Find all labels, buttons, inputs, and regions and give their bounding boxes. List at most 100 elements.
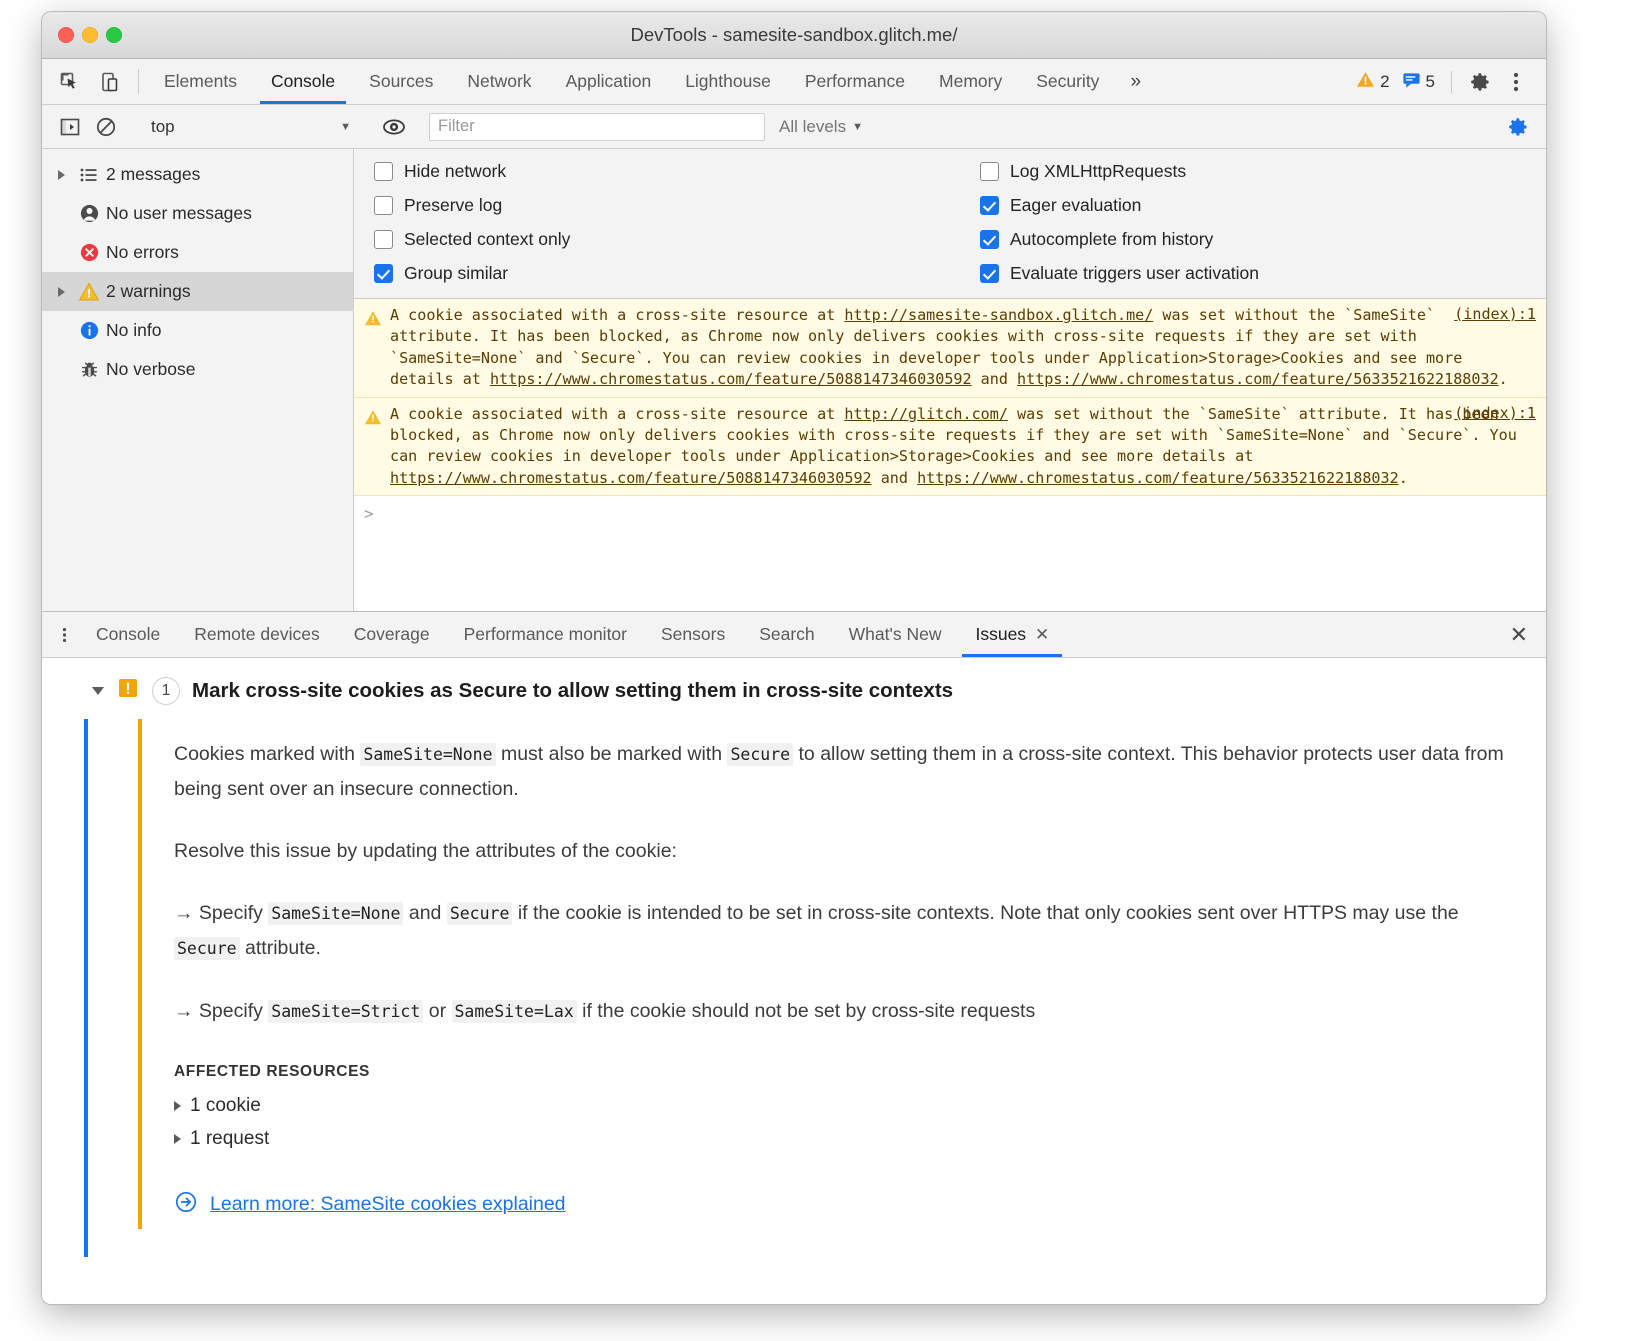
sidebar-item-errors[interactable]: No errors [42, 233, 353, 272]
sidebar-item-verbose[interactable]: No verbose [42, 350, 353, 389]
close-window-button[interactable] [58, 27, 74, 43]
setting-log-xmlhttprequests[interactable]: Log XMLHttpRequests [980, 161, 1546, 182]
setting-label: Log XMLHttpRequests [1010, 161, 1186, 182]
issue-paragraph-1: Cookies marked with SameSite=None must a… [174, 737, 1508, 806]
expand-triangle-icon[interactable] [174, 1134, 181, 1144]
drawer-tab-remote-devices[interactable]: Remote devices [177, 612, 336, 657]
checkbox[interactable] [374, 264, 393, 283]
checkbox[interactable] [374, 162, 393, 181]
gear-icon[interactable] [1462, 70, 1498, 94]
inline-code: SameSite=None [268, 902, 403, 925]
setting-preserve-log[interactable]: Preserve log [374, 195, 950, 216]
learn-more-link[interactable]: Learn more: SameSite cookies explained [210, 1193, 566, 1216]
drawer-more-options-icon[interactable] [48, 612, 79, 657]
panel-tabs: Elements Console Sources Network Applica… [147, 59, 1155, 104]
more-tabs-button[interactable]: » [1116, 59, 1155, 104]
affected-resource-request[interactable]: 1 request [174, 1128, 1508, 1150]
affected-resource-cookie[interactable]: 1 cookie [174, 1095, 1508, 1117]
minimize-window-button[interactable] [82, 27, 98, 43]
setting-eager-evaluation[interactable]: Eager evaluation [980, 195, 1546, 216]
console-message-link[interactable]: https://www.chromestatus.com/feature/563… [917, 469, 1399, 487]
console-message-source[interactable]: (index):1 [1454, 305, 1536, 323]
affected-resource-label: 1 cookie [190, 1095, 261, 1117]
console-message-link[interactable]: https://www.chromestatus.com/feature/508… [490, 370, 972, 388]
tab-sources[interactable]: Sources [352, 59, 450, 104]
kebab-menu-icon[interactable] [1498, 71, 1534, 93]
close-drawer-icon[interactable]: ✕ [1510, 622, 1528, 648]
show-console-sidebar-icon[interactable] [52, 109, 88, 145]
chevron-down-icon: ▼ [340, 121, 351, 133]
console-message-link[interactable]: http://glitch.com/ [844, 405, 1008, 423]
sidebar-item-messages[interactable]: 2 messages [42, 155, 353, 194]
execution-context-select[interactable]: top ▼ [141, 112, 359, 142]
drawer-tab-coverage[interactable]: Coverage [337, 612, 447, 657]
tab-label: Lighthouse [685, 71, 771, 92]
clear-console-icon[interactable] [88, 109, 124, 145]
checkbox[interactable] [980, 196, 999, 215]
expand-triangle-icon[interactable] [50, 170, 72, 180]
console-settings-gear-icon[interactable] [1500, 109, 1536, 145]
tab-application[interactable]: Application [549, 59, 669, 104]
setting-label: Eager evaluation [1010, 195, 1141, 216]
tab-performance[interactable]: Performance [788, 59, 922, 104]
setting-hide-network[interactable]: Hide network [374, 161, 950, 182]
info-icon [72, 320, 106, 341]
expand-triangle-icon[interactable] [174, 1101, 181, 1111]
drawer-tab-sensors[interactable]: Sensors [644, 612, 742, 657]
log-levels-select[interactable]: All levels ▼ [779, 117, 863, 137]
setting-group-similar[interactable]: Group similar [374, 263, 950, 284]
checkbox[interactable] [374, 196, 393, 215]
setting-label: Group similar [404, 263, 508, 284]
tab-label: Performance [805, 71, 905, 92]
console-message[interactable]: A cookie associated with a cross-site re… [354, 299, 1546, 398]
filter-input[interactable] [429, 113, 765, 141]
checkbox[interactable] [980, 230, 999, 249]
learn-more-row[interactable]: Learn more: SameSite cookies explained [174, 1190, 1508, 1219]
warning-counter[interactable]: 2 [1350, 70, 1395, 94]
sidebar-item-info[interactable]: No info [42, 311, 353, 350]
console-message-link[interactable]: https://www.chromestatus.com/feature/563… [1017, 370, 1499, 388]
checkbox[interactable] [374, 230, 393, 249]
checkbox[interactable] [980, 162, 999, 181]
sidebar-item-label: No verbose [106, 359, 196, 380]
tab-lighthouse[interactable]: Lighthouse [668, 59, 788, 104]
issues-counter[interactable]: 5 [1396, 70, 1441, 94]
chevron-down-icon: ▼ [852, 121, 863, 133]
tab-label: Network [467, 71, 531, 92]
tab-console[interactable]: Console [254, 59, 352, 104]
drawer-tab-whats-new[interactable]: What's New [832, 612, 959, 657]
console-message[interactable]: A cookie associated with a cross-site re… [354, 398, 1546, 497]
inspect-element-icon[interactable] [50, 59, 90, 104]
tab-elements[interactable]: Elements [147, 59, 254, 104]
drawer-tab-console[interactable]: Console [79, 612, 177, 657]
warning-icon [364, 404, 390, 490]
maximize-window-button[interactable] [106, 27, 122, 43]
setting-evaluate-triggers-user-activation[interactable]: Evaluate triggers user activation [980, 263, 1546, 284]
console-message-source[interactable]: (index):1 [1454, 404, 1536, 422]
tab-security[interactable]: Security [1019, 59, 1116, 104]
issue-header[interactable]: 1 Mark cross-site cookies as Secure to a… [42, 658, 1546, 719]
sidebar-item-user-messages[interactable]: No user messages [42, 194, 353, 233]
sidebar-item-warnings[interactable]: 2 warnings [42, 272, 353, 311]
console-message-link[interactable]: http://samesite-sandbox.glitch.me/ [844, 306, 1153, 324]
console-settings-right-column: Log XMLHttpRequests Eager evaluation Aut… [950, 161, 1546, 284]
console-prompt[interactable]: > [354, 496, 1546, 531]
collapse-triangle-icon[interactable] [92, 687, 104, 695]
warning-icon [364, 305, 390, 391]
issue-title: Mark cross-site cookies as Secure to all… [192, 679, 953, 703]
tab-memory[interactable]: Memory [922, 59, 1019, 104]
issue-paragraph-2: Resolve this issue by updating the attri… [174, 834, 1508, 868]
live-expression-icon[interactable] [376, 109, 412, 145]
device-toolbar-icon[interactable] [90, 59, 130, 104]
drawer-tab-performance-monitor[interactable]: Performance monitor [447, 612, 644, 657]
drawer-tab-search[interactable]: Search [742, 612, 831, 657]
setting-autocomplete-from-history[interactable]: Autocomplete from history [980, 229, 1546, 250]
setting-selected-context-only[interactable]: Selected context only [374, 229, 950, 250]
tab-network[interactable]: Network [450, 59, 548, 104]
console-message-link[interactable]: https://www.chromestatus.com/feature/508… [390, 469, 872, 487]
checkbox[interactable] [980, 264, 999, 283]
expand-triangle-icon[interactable] [50, 287, 72, 297]
drawer-tab-issues[interactable]: Issues ✕ [958, 612, 1066, 657]
error-icon [72, 242, 106, 263]
close-tab-icon[interactable]: ✕ [1035, 625, 1049, 645]
